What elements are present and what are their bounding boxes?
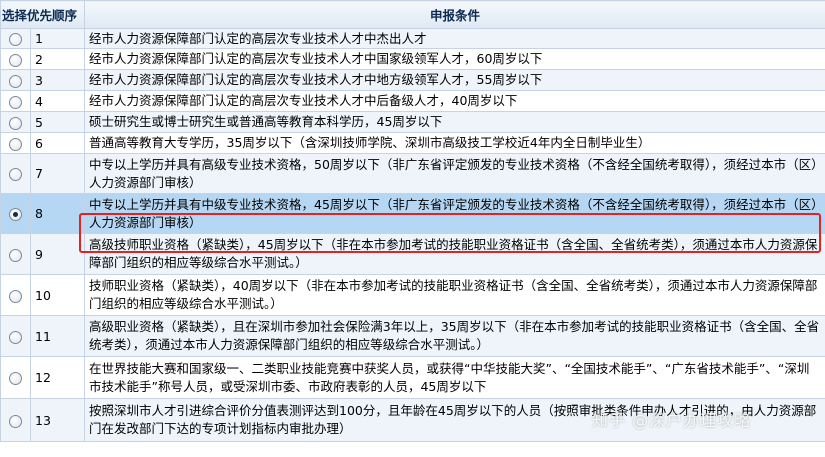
option-radio[interactable] [9,137,22,151]
radio-cell[interactable] [0,356,31,399]
radio-cell[interactable] [0,69,31,91]
option-radio[interactable] [9,289,22,303]
table-row[interactable]: 4 经市人力资源保障部门认定的高层次专业技术人才中后备级人才，40周岁以下 [0,90,825,112]
header-order: 优先顺序 [27,8,78,23]
radio-cell[interactable] [0,233,31,275]
option-radio[interactable] [9,74,22,88]
table-row[interactable]: 12 在世界技能大赛和国家级一、二类职业技能竞赛中获奖人员，或获得“中华技能大奖”… [0,356,825,399]
condition-text: 普通高等教育大专学历，35周岁以下（含深圳技师学院、深圳市高级技工学校近4年内全… [84,132,825,154]
table-row[interactable]: 3 经市人力资源保障部门认定的高层次专业技术人才中地方级领军人才，55周岁以下 [0,69,825,91]
radio-cell[interactable] [0,153,31,194]
table-row[interactable]: 7 中专以上学历并具有高级专业技术资格，50周岁以下（非广东省评定颁发的专业技术资… [0,153,825,194]
condition-text: 在世界技能大赛和国家级一、二类职业技能竞赛中获奖人员，或获得“中华技能大奖”、“… [84,356,825,399]
radio-cell[interactable] [0,48,31,70]
radio-cell[interactable] [0,90,31,112]
table-row[interactable]: 1 经市人力资源保障部门认定的高层次专业技术人才中杰出人才 [0,28,825,49]
condition-text: 经市人力资源保障部门认定的高层次专业技术人才中杰出人才 [84,28,825,49]
table-row[interactable]: 2 经市人力资源保障部门认定的高层次专业技术人才中国家级领军人才，60周岁以下 [0,48,825,70]
header-select-order: 选择优先顺序 [0,0,85,29]
radio-cell[interactable] [0,111,31,133]
table-row[interactable]: 8 中专以上学历并具有中级专业技术资格，45周岁以下（非广东省评定颁发的专业技术资… [0,193,825,234]
condition-text: 技师职业资格（紧缺类），40周岁以下（非在本市参加考试的技能职业资格证书（含全国… [84,274,825,316]
condition-text: 中专以上学历并具有中级专业技术资格，45周岁以下（非广东省评定颁发的专业技术资格… [84,193,825,234]
table-row[interactable]: 11 高级职业资格（紧缺类），且在深圳市参加社会保险满3年以上，35周岁以下（非在… [0,315,825,357]
table-row[interactable]: 6 普通高等教育大专学历，35周岁以下（含深圳技师学院、深圳市高级技工学校近4年内… [0,132,825,154]
option-radio[interactable] [9,414,22,428]
table-row[interactable]: 10 技师职业资格（紧缺类），40周岁以下（非在本市参加考试的技能职业资格证书（含… [0,274,825,316]
condition-text: 按照深圳市人才引进综合评价分值表测评达到100分，且年龄在45周岁以下的人员（按… [84,398,825,442]
condition-text: 硕士研究生或博士研究生或普通高等教育本科学历，45周岁以下 [84,111,825,133]
table-row[interactable]: 9 高级技师职业资格（紧缺类），45周岁以下（非在本市参加考试的技能职业资格证书（… [0,233,825,275]
header-select: 选择 [2,8,28,23]
condition-text: 经市人力资源保障部门认定的高层次专业技术人才中国家级领军人才，60周岁以下 [84,48,825,70]
option-radio[interactable] [9,53,22,67]
priority-order: 7 [30,153,85,194]
priority-order: 13 [30,398,85,442]
radio-cell[interactable] [0,132,31,154]
priority-order: 2 [30,48,85,70]
condition-text: 经市人力资源保障部门认定的高层次专业技术人才中地方级领军人才，55周岁以下 [84,69,825,91]
priority-order: 4 [30,90,85,112]
option-radio[interactable] [9,208,22,221]
priority-order: 6 [30,132,85,154]
option-radio[interactable] [9,372,22,385]
option-radio[interactable] [9,33,22,46]
application-conditions-table: 选择优先顺序 申报条件 1 经市人力资源保障部门认定的高层次专业技术人才中杰出人才… [0,0,825,442]
radio-cell[interactable] [0,274,31,316]
priority-order: 9 [30,233,85,275]
option-radio[interactable] [9,116,22,130]
condition-text: 中专以上学历并具有高级专业技术资格，50周岁以下（非广东省评定颁发的专业技术资格… [84,153,825,194]
priority-order: 1 [30,28,85,49]
radio-cell[interactable] [0,193,31,234]
priority-order: 11 [30,315,85,357]
radio-cell[interactable] [0,315,31,357]
radio-cell[interactable] [0,398,31,442]
priority-order: 3 [30,69,85,91]
condition-text: 经市人力资源保障部门认定的高层次专业技术人才中后备级人才，40周岁以下 [84,90,825,112]
priority-order: 5 [30,111,85,133]
priority-order: 12 [30,356,85,399]
table-row[interactable]: 13 按照深圳市人才引进综合评价分值表测评达到100分，且年龄在45周岁以下的人员… [0,398,825,442]
condition-text: 高级技师职业资格（紧缺类），45周岁以下（非在本市参加考试的技能职业资格证书（含… [84,233,825,275]
radio-cell[interactable] [0,28,31,49]
option-radio[interactable] [9,248,22,262]
table-row[interactable]: 5 硕士研究生或博士研究生或普通高等教育本科学历，45周岁以下 [0,111,825,133]
table-header-row: 选择优先顺序 申报条件 [0,0,825,29]
condition-text: 高级职业资格（紧缺类），且在深圳市参加社会保险满3年以上，35周岁以下（非在本市… [84,315,825,357]
option-radio[interactable] [9,168,22,181]
priority-order: 10 [30,274,85,316]
option-radio[interactable] [9,330,22,344]
priority-order: 8 [30,193,85,234]
header-conditions: 申报条件 [84,0,825,29]
option-radio[interactable] [9,95,22,109]
